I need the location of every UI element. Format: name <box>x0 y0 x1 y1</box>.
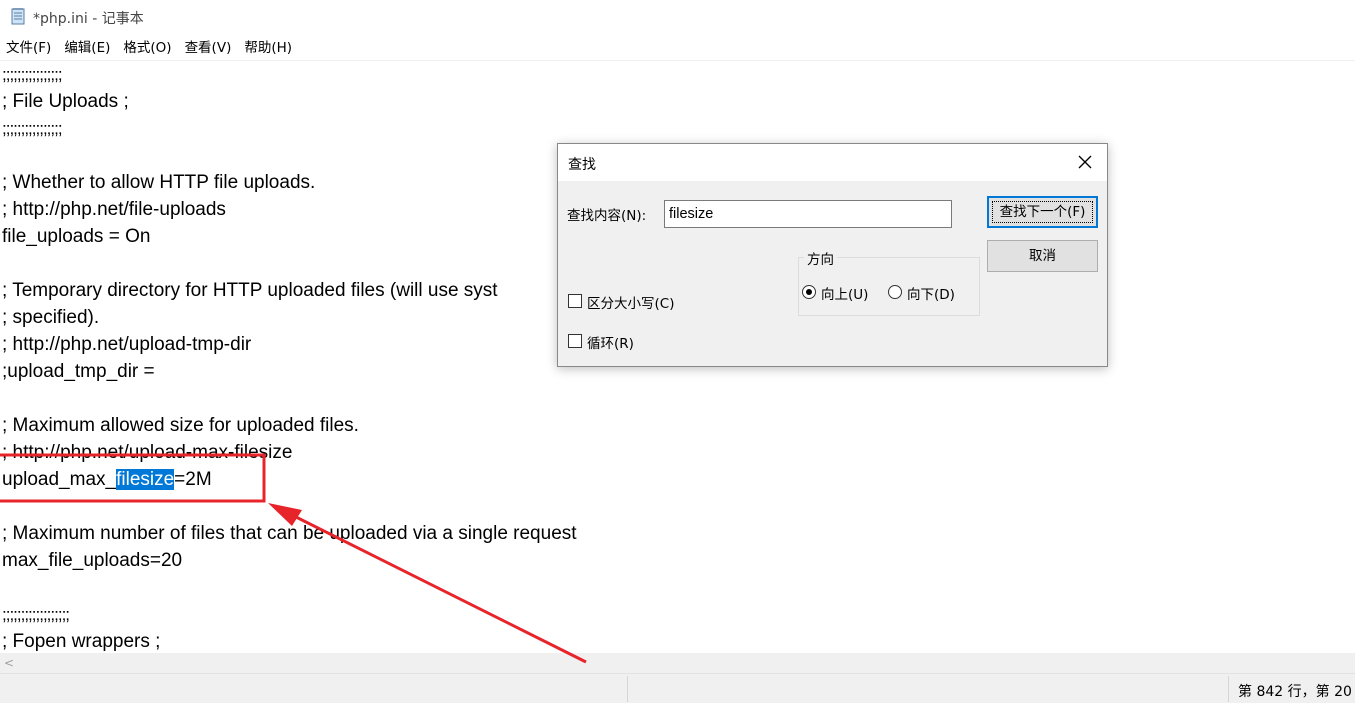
editor-line[interactable]: ; Whether to allow HTTP file uploads. <box>2 169 315 196</box>
direction-down-label[interactable]: 向下(D) <box>907 283 955 303</box>
direction-up-radio[interactable] <box>802 285 816 299</box>
editor-line[interactable]: ; http://php.net/upload-tmp-dir <box>2 331 251 358</box>
status-bar: 第 842 行，第 20 <box>0 673 1355 703</box>
menu-view[interactable]: 查看(V) <box>179 37 239 59</box>
match-case-label[interactable]: 区分大小写(C) <box>587 292 674 312</box>
dialog-title-bar[interactable]: 查找 <box>558 144 1107 181</box>
find-what-input[interactable]: filesize <box>664 200 952 228</box>
editor-line[interactable]: ;upload_tmp_dir = <box>2 358 155 385</box>
editor-line[interactable]: max_file_uploads=20 <box>2 547 182 574</box>
line-prefix: upload_max_ <box>2 469 117 490</box>
cursor-position: 第 842 行，第 20 <box>1238 684 1352 700</box>
close-icon[interactable] <box>1075 152 1095 172</box>
menu-help[interactable]: 帮助(H) <box>238 37 299 59</box>
title-bar: *php.ini - 记事本 <box>0 0 1355 34</box>
line-suffix: =2M <box>174 469 212 490</box>
direction-up-label[interactable]: 向上(U) <box>821 283 868 303</box>
status-divider <box>627 676 628 702</box>
direction-label: 方向 <box>804 248 837 268</box>
find-next-button[interactable]: 查找下一个(F) <box>987 196 1098 228</box>
horizontal-scrollbar[interactable]: < <box>0 653 1355 673</box>
editor-line[interactable]: ; File Uploads ; <box>2 88 129 115</box>
editor-line[interactable]: file_uploads = On <box>2 223 150 250</box>
scroll-left-icon[interactable]: < <box>4 656 14 670</box>
editor-line[interactable]: ; Maximum number of files that can be up… <box>2 520 577 547</box>
status-divider <box>1228 676 1229 702</box>
direction-down-radio[interactable] <box>888 285 902 299</box>
wrap-around-label[interactable]: 循环(R) <box>587 332 634 352</box>
editor-line[interactable]: ; Fopen wrappers ; <box>2 628 160 653</box>
editor-line[interactable]: ;;;;;;;;;;;;;;;;;; <box>2 601 70 628</box>
editor-line[interactable]: ;;;;;;;;;;;;;;;; <box>2 115 63 142</box>
editor-line[interactable]: ; http://php.net/file-uploads <box>2 196 226 223</box>
menu-edit[interactable]: 编辑(E) <box>58 37 117 59</box>
editor-line[interactable]: ; Maximum allowed size for uploaded file… <box>2 412 359 439</box>
editor-line[interactable]: ; Temporary directory for HTTP uploaded … <box>2 277 498 304</box>
menu-bar: 文件(F) 编辑(E) 格式(O) 查看(V) 帮助(H) <box>0 37 299 59</box>
menu-file[interactable]: 文件(F) <box>0 37 58 59</box>
window-title: *php.ini - 记事本 <box>33 11 144 27</box>
notepad-icon <box>11 8 25 25</box>
dialog-title: 查找 <box>568 157 596 173</box>
focus-ring <box>992 201 1093 223</box>
editor-line-highlighted[interactable]: upload_max_filesize=2M <box>2 466 212 493</box>
selected-text[interactable]: filesize <box>116 469 175 490</box>
wrap-around-checkbox[interactable] <box>568 334 582 348</box>
editor-line[interactable]: ; specified). <box>2 304 99 331</box>
editor-line[interactable]: ; http://php.net/upload-max-filesize <box>2 439 292 466</box>
match-case-checkbox[interactable] <box>568 294 582 308</box>
cancel-button[interactable]: 取消 <box>987 240 1098 272</box>
find-what-label: 查找内容(N): <box>567 208 647 224</box>
find-dialog: 查找 查找内容(N): filesize 查找下一个(F) 取消 方向 向上(U… <box>557 143 1108 367</box>
editor-line[interactable]: ;;;;;;;;;;;;;;;; <box>2 61 63 88</box>
menu-format[interactable]: 格式(O) <box>117 37 178 59</box>
